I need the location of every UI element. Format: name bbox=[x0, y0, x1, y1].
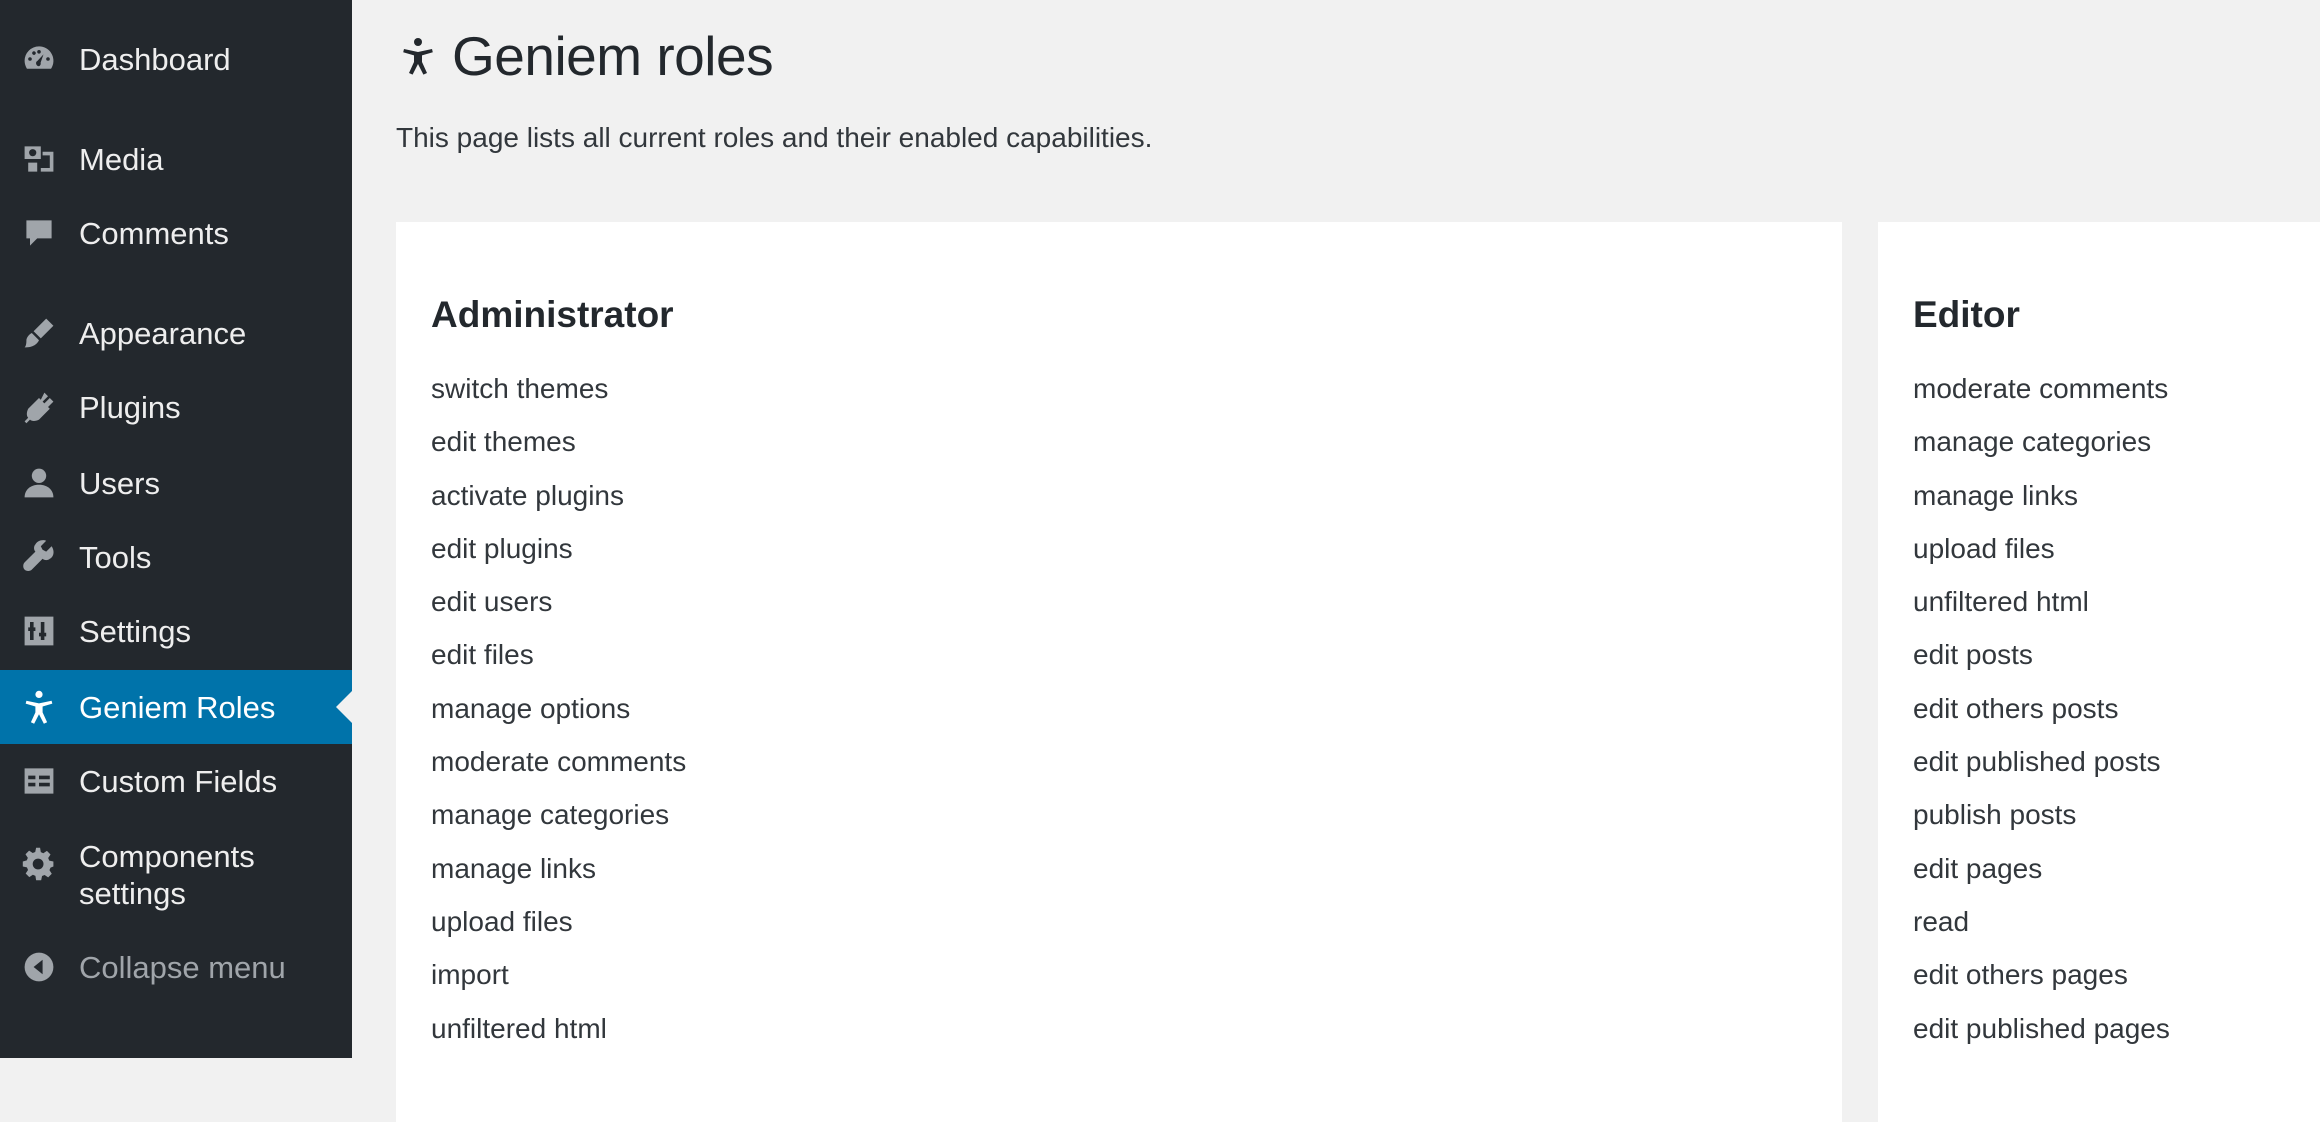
collapse-menu-button[interactable]: Collapse menu bbox=[0, 930, 352, 1004]
tools-wrench-icon bbox=[20, 538, 58, 576]
capability-item: edit themes bbox=[431, 426, 576, 458]
role-card-administrator: Administrator switch themes edit themes … bbox=[396, 222, 1842, 1122]
capability-item: manage categories bbox=[1913, 426, 2152, 458]
capability-item: upload files bbox=[1913, 532, 2055, 564]
capability-item: moderate comments bbox=[1913, 373, 2169, 404]
sidebar-item-label: Media bbox=[79, 141, 164, 177]
capability-item: edit pages bbox=[1913, 852, 2043, 884]
sidebar-item-components-settings[interactable]: Components settings bbox=[0, 824, 352, 924]
capability-item: edit others pages bbox=[1913, 959, 2128, 991]
role-title: Administrator bbox=[431, 294, 674, 335]
sidebar-item-custom-fields[interactable]: Custom Fields bbox=[0, 744, 352, 818]
page-description: This page lists all current roles and th… bbox=[396, 122, 1153, 153]
users-icon bbox=[20, 464, 58, 502]
capability-item: import bbox=[431, 959, 509, 991]
plugins-icon bbox=[20, 388, 58, 426]
page-header: Geniem roles bbox=[396, 20, 774, 92]
capability-item: edit published posts bbox=[1913, 746, 2161, 778]
capability-item: edit others posts bbox=[1913, 692, 2119, 724]
media-icon bbox=[20, 140, 58, 178]
capability-item: switch themes bbox=[431, 373, 609, 404]
sidebar-item-label: Settings bbox=[79, 613, 192, 649]
settings-sliders-icon bbox=[20, 612, 58, 650]
sidebar-item-label: Tools bbox=[79, 539, 152, 575]
gear-icon bbox=[20, 845, 58, 883]
capability-item: unfiltered html bbox=[431, 1012, 607, 1044]
capability-item: manage categories bbox=[431, 799, 670, 831]
sidebar-item-geniem-roles[interactable]: Geniem Roles bbox=[0, 670, 352, 744]
sidebar-item-dashboard[interactable]: Dashboard bbox=[0, 22, 352, 96]
capability-list: moderate comments manage categories mana… bbox=[1913, 362, 2320, 1055]
capability-item: edit files bbox=[431, 639, 534, 671]
sidebar-item-tools[interactable]: Tools bbox=[0, 520, 352, 594]
sidebar-item-label: Appearance bbox=[79, 315, 247, 351]
capability-item: moderate comments bbox=[431, 746, 687, 778]
dashboard-icon bbox=[20, 40, 58, 78]
sidebar-item-comments[interactable]: Comments bbox=[0, 196, 352, 270]
admin-sidebar: Dashboard Media Comments Appearance Plug… bbox=[0, 0, 352, 1058]
sidebar-item-label: Dashboard bbox=[79, 41, 231, 77]
capability-item: upload files bbox=[431, 905, 573, 937]
sidebar-item-label: Components settings bbox=[79, 839, 255, 911]
capability-list: switch themes edit themes activate plugi… bbox=[431, 362, 1842, 1055]
capability-item: activate plugins bbox=[431, 479, 625, 511]
capability-item: unfiltered html bbox=[1913, 586, 2089, 618]
sidebar-item-plugins[interactable]: Plugins bbox=[0, 370, 352, 444]
role-title: Editor bbox=[1913, 294, 2020, 335]
capability-item: edit users bbox=[431, 586, 553, 618]
sidebar-item-label: Geniem Roles bbox=[79, 689, 276, 725]
universal-access-icon bbox=[20, 688, 58, 726]
capability-item: manage options bbox=[431, 692, 631, 724]
sidebar-item-label: Users bbox=[79, 465, 160, 501]
role-card-editor: Editor moderate comments manage categori… bbox=[1878, 222, 2320, 1122]
sidebar-item-label: Comments bbox=[79, 215, 229, 251]
collapse-arrow-icon bbox=[20, 948, 58, 986]
custom-fields-table-icon bbox=[20, 762, 58, 800]
sidebar-item-users[interactable]: Users bbox=[0, 446, 352, 520]
capability-item: manage links bbox=[431, 852, 596, 884]
comments-icon bbox=[20, 214, 58, 252]
capability-item: edit plugins bbox=[431, 532, 573, 564]
sidebar-item-media[interactable]: Media bbox=[0, 122, 352, 196]
sidebar-item-label: Plugins bbox=[79, 389, 181, 425]
sidebar-item-label: Custom Fields bbox=[79, 763, 278, 799]
capability-item: publish posts bbox=[1913, 799, 2077, 831]
sidebar-item-settings[interactable]: Settings bbox=[0, 594, 352, 668]
capability-item: edit published pages bbox=[1913, 1012, 2170, 1044]
capability-item: edit posts bbox=[1913, 639, 2033, 671]
capability-item: manage links bbox=[1913, 479, 2078, 511]
page-title: Geniem roles bbox=[452, 25, 774, 87]
capability-item: read bbox=[1913, 905, 1970, 937]
appearance-brush-icon bbox=[20, 314, 58, 352]
universal-access-icon bbox=[396, 34, 440, 78]
sidebar-item-appearance[interactable]: Appearance bbox=[0, 296, 352, 370]
collapse-menu-label: Collapse menu bbox=[79, 949, 286, 985]
